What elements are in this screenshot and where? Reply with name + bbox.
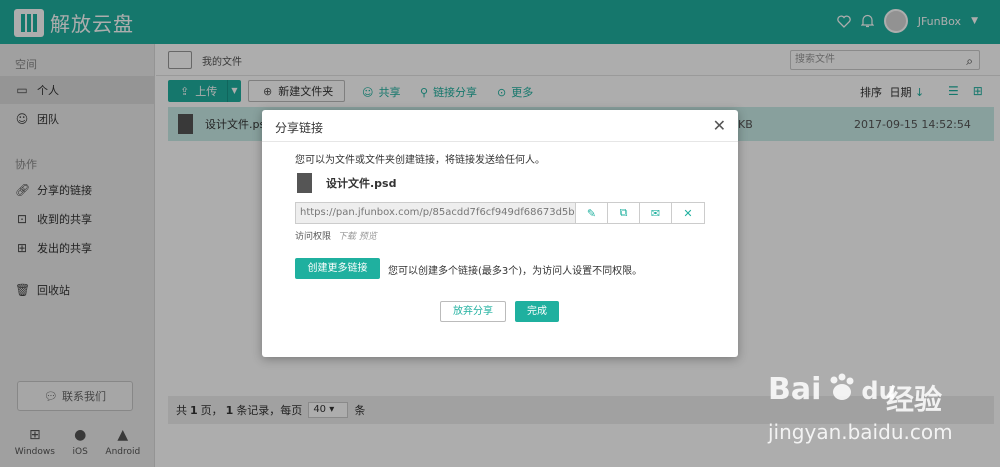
shared-file-name: 设计文件.psd [326, 177, 397, 190]
permission-label: 访问权限 [295, 232, 332, 242]
link-field: https://pan.jfunbox.com/p/85acdd7f6cf949… [295, 202, 705, 224]
share-link-input[interactable]: https://pan.jfunbox.com/p/85acdd7f6cf949… [296, 203, 576, 223]
watermark-logo-text: Bai [768, 372, 822, 407]
dialog-header: 分享链接 ✕ [262, 110, 738, 142]
baidu-jingyan-watermark: Bai du 经验 jingyan.baidu.com [768, 362, 988, 457]
mail-icon[interactable]: ✉ [640, 203, 672, 223]
paw-icon [830, 373, 854, 400]
shared-file: 设计文件.psd [297, 173, 396, 193]
watermark-jingyan: 经验 [886, 383, 943, 416]
create-more-note: 您可以创建多个链接(最多3个)，为访问人设置不同权限。 [388, 266, 643, 277]
file-icon [297, 173, 312, 193]
create-more-links-button[interactable]: 创建更多链接 [295, 258, 380, 279]
dialog-intro: 您可以为文件或文件夹创建链接，将链接发送给任何人。 [295, 155, 545, 166]
edit-icon[interactable]: ✎ [576, 203, 608, 223]
access-permission: 访问权限 下载 预览 [295, 229, 377, 242]
watermark-url: jingyan.baidu.com [768, 420, 953, 444]
done-button[interactable]: 完成 [515, 301, 559, 322]
watermark-logo: Bai du [768, 372, 896, 407]
share-link-dialog: 分享链接 ✕ 您可以为文件或文件夹创建链接，将链接发送给任何人。 设计文件.ps… [262, 110, 738, 357]
close-icon[interactable]: ✕ [713, 116, 726, 135]
copy-icon[interactable]: ⧉ [608, 203, 640, 223]
cancel-share-button[interactable]: 放弃分享 [440, 301, 506, 322]
delete-link-icon[interactable]: ✕ [672, 203, 704, 223]
dialog-title: 分享链接 [275, 121, 324, 135]
permission-value[interactable]: 下载 预览 [338, 232, 377, 242]
